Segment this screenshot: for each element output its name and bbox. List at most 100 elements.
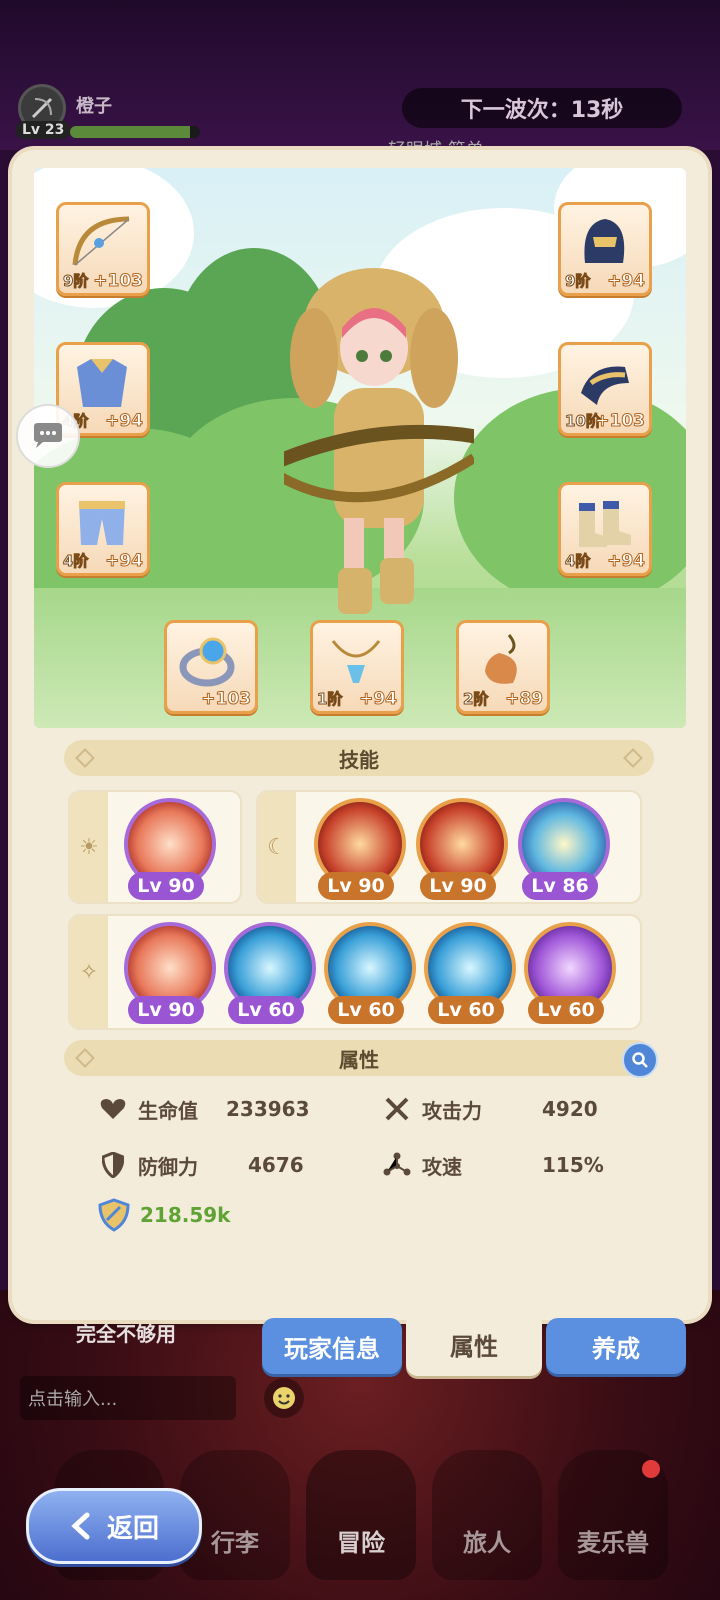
diamond-icon (75, 748, 95, 768)
notification-badge (642, 1460, 660, 1478)
attribute-detail-button[interactable] (622, 1042, 658, 1078)
skill-slot[interactable]: Lv 60 (422, 922, 516, 1032)
equip-tier: 9阶 (564, 272, 591, 291)
ring-icon (179, 637, 235, 687)
equip-plus: +94 (105, 551, 144, 572)
equip-tier: 9阶 (62, 272, 89, 291)
equip-slot-pants[interactable]: 4阶 +94 (56, 482, 150, 576)
crossed-swords-icon (382, 1094, 412, 1124)
skill-level: Lv 60 (228, 996, 304, 1024)
skill-group-sun: ☀ Lv 90 (68, 790, 242, 904)
nav-pet-label: 麦乐兽 (577, 1529, 649, 1557)
equip-plus: +94 (607, 551, 646, 572)
stat-value: 115% (542, 1153, 604, 1177)
equip-tier: 4阶 (564, 552, 591, 571)
back-arrow-icon (71, 1512, 90, 1540)
equip-plus: +94 (607, 271, 646, 292)
skill-slot[interactable]: Lv 90 (122, 922, 216, 1032)
nav-bag-label: 行李 (211, 1529, 259, 1557)
helmet-icon (584, 219, 625, 263)
skill-level: Lv 90 (128, 872, 204, 900)
stat-label: 生命值 (138, 1098, 198, 1123)
stat-label: 攻速 (422, 1154, 462, 1179)
gloves-icon (581, 366, 629, 405)
power-shield-icon (98, 1198, 130, 1232)
chat-message: 完全不够用 (76, 1322, 176, 1346)
combat-power: 218.59k (98, 1198, 230, 1232)
combat-power-value: 218.59k (140, 1203, 231, 1227)
stat-label: 攻击力 (422, 1098, 482, 1123)
skill-group-star: ✧ Lv 90 Lv 60 Lv 60 Lv 60 Lv 60 (68, 914, 642, 1030)
charm-icon (485, 634, 517, 684)
skills-header: 技能 (64, 740, 654, 776)
skill-level: Lv 90 (128, 996, 204, 1024)
equip-plus: +103 (93, 271, 144, 292)
stat-value: 4920 (542, 1097, 598, 1121)
back-button[interactable]: 返回 (26, 1488, 202, 1564)
attributes-title: 属性 (339, 1047, 379, 1072)
stat-speed: 攻速 115% (382, 1150, 642, 1180)
diamond-icon (75, 1048, 95, 1068)
equip-slot-necklace[interactable]: 1阶 +94 (310, 620, 404, 714)
tab-cultivate[interactable]: 养成 (546, 1318, 686, 1374)
skill-level: Lv 60 (528, 996, 604, 1024)
moon-icon: ☾ (258, 792, 296, 902)
skill-slot[interactable]: Lv 60 (322, 922, 416, 1032)
sun-icon: ☀ (70, 792, 108, 902)
back-label: 返回 (106, 1513, 159, 1544)
skill-level: Lv 90 (420, 872, 496, 900)
smile-icon (273, 1387, 295, 1409)
boots-icon (579, 501, 631, 547)
equip-tier: 1阶 (316, 690, 343, 709)
attack-speed-icon (382, 1150, 412, 1180)
heart-icon (98, 1094, 128, 1124)
stat-hp: 生命值 233963 (98, 1094, 358, 1124)
emoji-button[interactable] (264, 1378, 304, 1418)
nav-pet[interactable]: 麦乐兽 (558, 1450, 668, 1580)
skill-level: Lv 60 (328, 996, 404, 1024)
skill-slot[interactable]: Lv 90 (122, 798, 216, 908)
tab-attributes[interactable]: 属性 (406, 1312, 542, 1376)
skill-level: Lv 60 (428, 996, 504, 1024)
equip-plus: +89 (505, 689, 544, 710)
equip-slot-ring[interactable]: +103 (164, 620, 258, 714)
player-level: Lv 23 (16, 121, 71, 139)
stat-label: 防御力 (138, 1154, 198, 1179)
attributes-header: 属性 (64, 1040, 658, 1078)
search-icon (632, 1052, 648, 1068)
skill-slot[interactable]: Lv 90 (414, 798, 508, 908)
stat-value: 233963 (226, 1097, 310, 1121)
necklace-icon (331, 640, 381, 683)
equip-plus: +94 (105, 411, 144, 432)
wave-timer: 下一波次：13秒 (402, 88, 682, 128)
nav-traveler[interactable]: 旅人 (432, 1450, 542, 1580)
chat-input[interactable]: 点击输入... (20, 1376, 236, 1420)
equip-slot-gloves[interactable]: 10阶 +103 (558, 342, 652, 436)
nav-adventure-label: 冒险 (337, 1529, 385, 1557)
equip-tier: 2阶 (462, 690, 489, 709)
nav-traveler-label: 旅人 (463, 1529, 511, 1557)
sparkle-icon: ✧ (70, 916, 108, 1028)
xp-bar-fill (70, 126, 190, 138)
nav-adventure[interactable]: 冒险 (306, 1450, 416, 1580)
bow-icon (31, 97, 53, 119)
equip-slot-charm[interactable]: 2阶 +89 (456, 620, 550, 714)
equip-slot-weapon[interactable]: 9阶 +103 (56, 202, 150, 296)
stat-attack: 攻击力 4920 (382, 1094, 642, 1124)
skill-slot[interactable]: Lv 90 (312, 798, 406, 908)
skill-slot[interactable]: Lv 86 (516, 798, 610, 908)
equip-plus: +103 (595, 411, 646, 432)
player-name: 橙子 (76, 96, 112, 117)
pants-icon (79, 501, 125, 545)
skill-slot[interactable]: Lv 60 (522, 922, 616, 1032)
skill-group-moon: ☾ Lv 90 Lv 90 Lv 86 (256, 790, 642, 904)
character-model (284, 268, 474, 614)
equip-slot-boots[interactable]: 4阶 +94 (558, 482, 652, 576)
skill-level: Lv 90 (318, 872, 394, 900)
equip-slot-helmet[interactable]: 9阶 +94 (558, 202, 652, 296)
skill-slot[interactable]: Lv 60 (222, 922, 316, 1032)
bow-icon (72, 216, 130, 266)
skills-title: 技能 (339, 747, 379, 772)
tab-player-info[interactable]: 玩家信息 (262, 1318, 402, 1374)
chat-button[interactable] (16, 404, 80, 468)
